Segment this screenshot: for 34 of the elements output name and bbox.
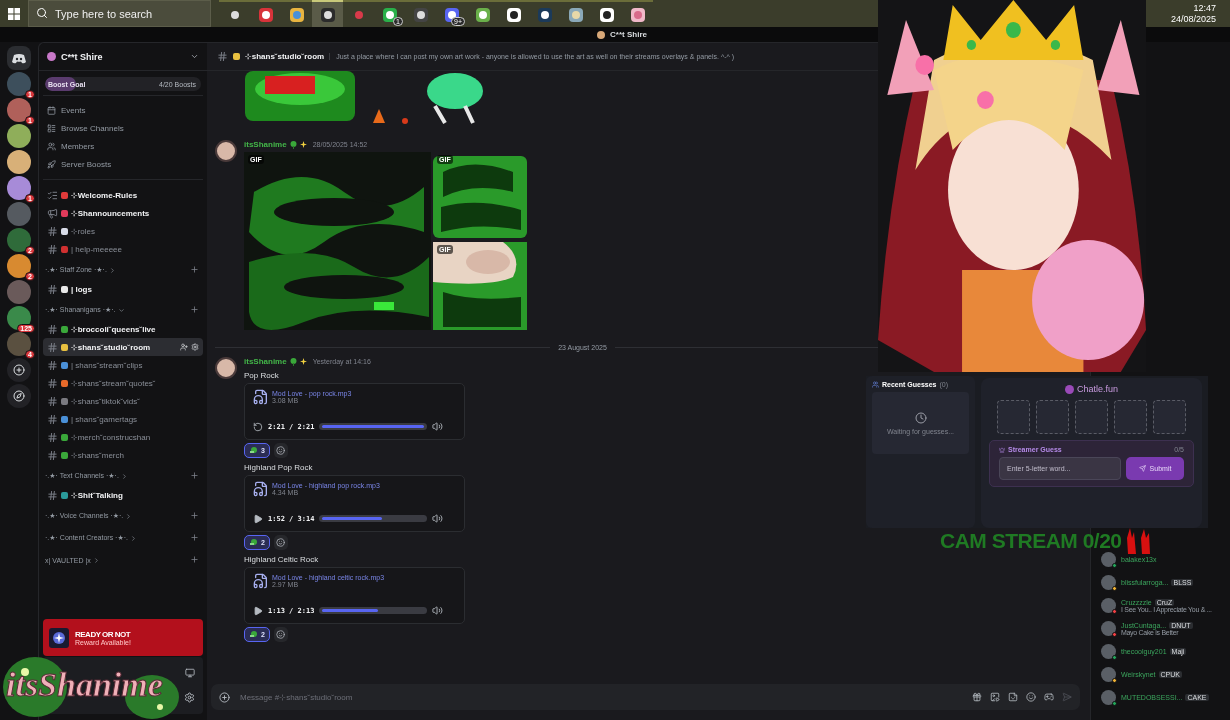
channel-item[interactable]: ⊹Welcome-Rules bbox=[43, 186, 203, 204]
banner-text: CAM STREAM 0/20 bbox=[940, 529, 1122, 553]
channel-item[interactable]: ⊹shans˘studio˘room bbox=[43, 338, 203, 356]
server-name[interactable]: C**t Shire bbox=[61, 51, 185, 62]
nav-item[interactable]: Browse Channels bbox=[43, 119, 203, 137]
nav-item[interactable]: Members bbox=[43, 137, 203, 155]
channel-item[interactable]: ⊹broccoli˘queens˘live bbox=[43, 320, 203, 338]
channel-item[interactable]: ⊹Shannouncements bbox=[43, 204, 203, 222]
author-name[interactable]: itsShanime bbox=[244, 140, 287, 149]
nav-item[interactable]: Events bbox=[43, 101, 203, 119]
channel-item[interactable]: ⊹shans˘stream˘quotes˘ bbox=[43, 374, 203, 392]
message-field[interactable]: Message #⊹shans˘studio˘room bbox=[238, 691, 964, 703]
channel-item[interactable]: | shans˘gamertags bbox=[43, 410, 203, 428]
message-text: Pop Rock bbox=[244, 371, 280, 380]
author-name[interactable]: itsShanime bbox=[244, 357, 287, 366]
search-field[interactable]: Type here to search bbox=[28, 0, 211, 27]
channel-item[interactable]: ⊹merch˘construcshan bbox=[43, 428, 203, 446]
channel-item[interactable]: | help-meeeee bbox=[43, 240, 203, 258]
nav-item[interactable]: Server Boosts bbox=[43, 155, 203, 173]
channel-title: ⊹shans˘studio˘room bbox=[245, 52, 325, 61]
game-title: Chatle.fun bbox=[1077, 384, 1118, 394]
channel-item[interactable]: ⊹shans˘merch bbox=[43, 446, 203, 464]
message-text: Highland Celtic Rock bbox=[244, 555, 320, 564]
notice-title: READY OR NOT bbox=[75, 629, 131, 639]
channel-item[interactable]: | shans˘stream˘clips bbox=[43, 356, 203, 374]
channel-item[interactable]: | logs bbox=[43, 280, 203, 298]
message-text: Highland Pop Rock bbox=[244, 463, 314, 472]
channel-item[interactable]: ⊹Shit˘Talking bbox=[43, 486, 203, 504]
message-bar[interactable]: Message #⊹shans˘studio˘room bbox=[211, 684, 1080, 710]
channel-item[interactable]: ⊹roles bbox=[43, 222, 203, 240]
logo-text: itsShanime bbox=[6, 666, 163, 704]
clock[interactable]: 12:47 24/08/2025 bbox=[1150, 2, 1230, 25]
channel-item[interactable]: ⊹shans˘tiktok˘vids˘ bbox=[43, 392, 203, 410]
window-title: C**t Shire bbox=[610, 30, 647, 39]
